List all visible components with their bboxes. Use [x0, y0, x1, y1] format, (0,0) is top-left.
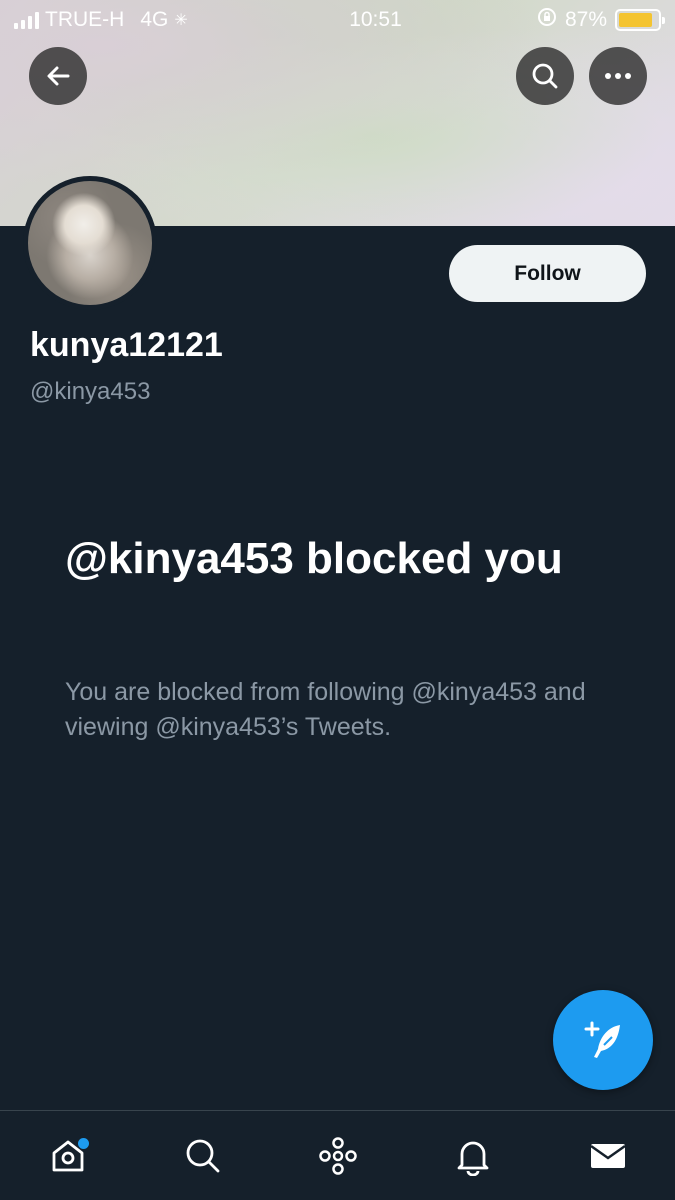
tab-search[interactable] [168, 1121, 238, 1191]
back-arrow-icon [47, 66, 70, 86]
bell-icon [457, 1141, 488, 1176]
home-notification-dot [77, 1137, 89, 1149]
back-button[interactable] [29, 47, 87, 105]
compose-tweet-button[interactable] [553, 990, 653, 1090]
battery-icon [615, 9, 665, 31]
avatar[interactable] [23, 176, 157, 310]
bottom-tab-bar [0, 1110, 675, 1200]
display-name: kunya12121 [30, 326, 223, 364]
more-options-button[interactable] [589, 47, 647, 105]
search-button[interactable] [516, 47, 574, 105]
tab-messages[interactable] [573, 1121, 643, 1191]
search-icon [532, 63, 558, 89]
mail-icon [589, 1143, 626, 1168]
tab-notifications[interactable] [438, 1121, 508, 1191]
more-icon [605, 73, 631, 79]
blocked-description: You are blocked from following @kinya453… [65, 678, 586, 741]
user-handle: @kinya453 [30, 378, 151, 405]
status-time: 10:51 [349, 8, 402, 31]
signal-icon [14, 11, 39, 29]
compose-tweet-icon [584, 1021, 620, 1058]
search-icon [186, 1139, 219, 1172]
activity-spinner-icon: ✳ [174, 12, 188, 29]
blocked-title: @kinya453 blocked you [65, 534, 563, 583]
spaces-icon [318, 1136, 357, 1175]
follow-button[interactable]: Follow [449, 245, 646, 302]
tab-home[interactable] [33, 1121, 103, 1191]
battery-percent: 87% [564, 8, 607, 31]
tab-spaces[interactable] [303, 1121, 373, 1191]
network-label: 4G [140, 8, 169, 31]
carrier-label: TRUE-H [45, 8, 125, 31]
status-bar: TRUE-H 4G ✳ 10:51 87% [0, 0, 675, 40]
rotation-lock-icon [537, 7, 557, 33]
